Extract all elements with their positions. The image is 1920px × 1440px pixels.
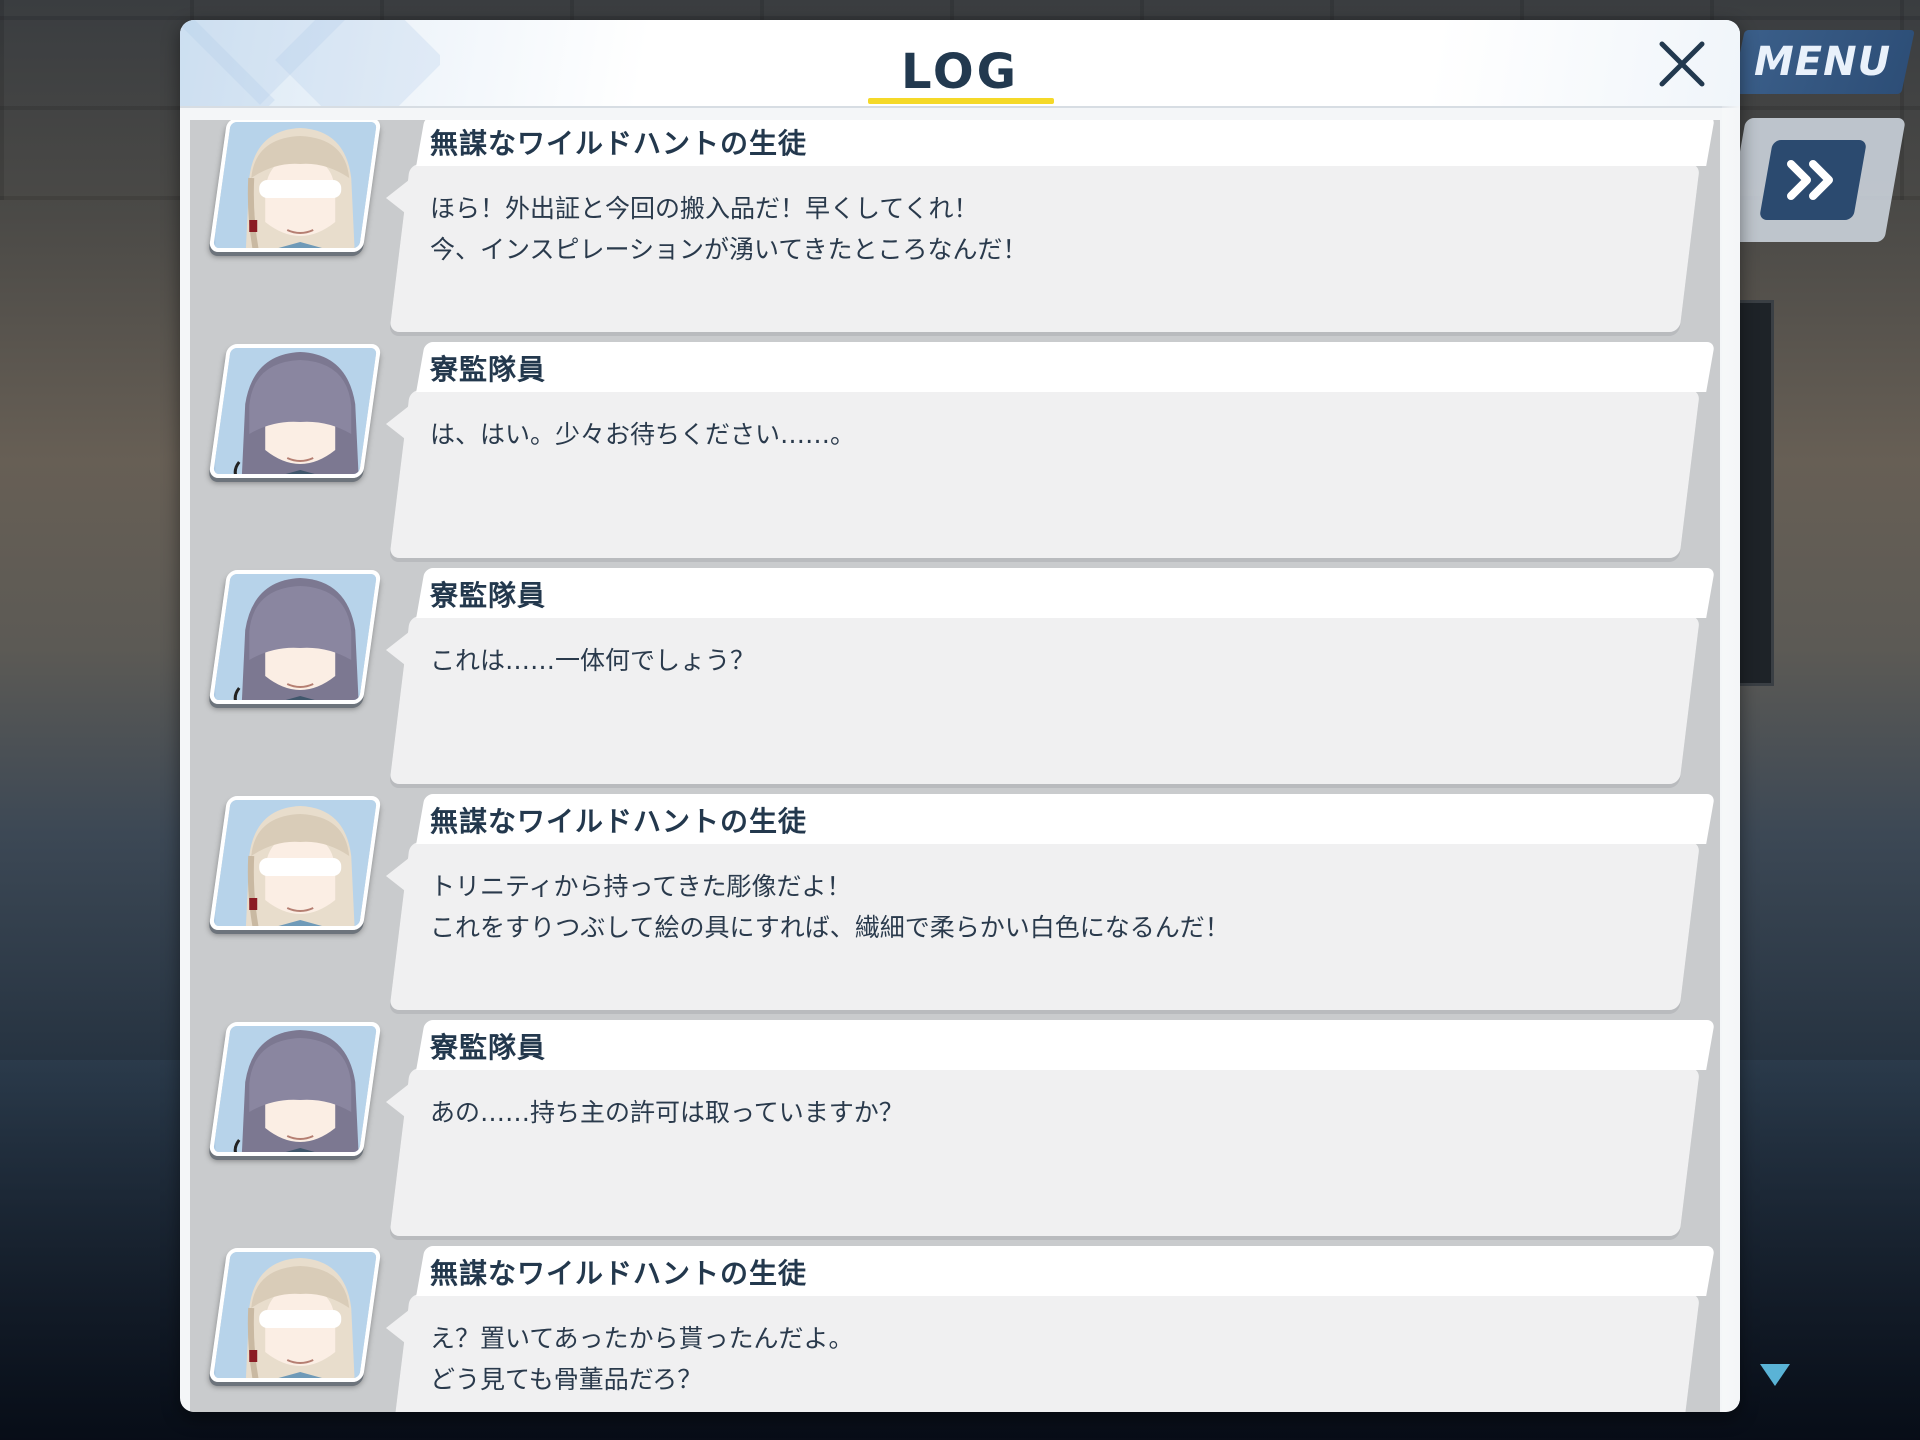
- log-entry: 無謀なワイルドハントの生徒 トリニティから持ってきた彫像だよ！ これをすりつぶし…: [190, 794, 1720, 1020]
- speaker-name: 無謀なワイルドハントの生徒: [430, 127, 808, 160]
- log-entry: 無謀なワイルドハントの生徒 ほら！外出証と今回の搬入品だ！早くしてくれ！ 今、イ…: [190, 120, 1720, 342]
- speaker-portrait: [208, 120, 382, 252]
- log-entry: 無謀なワイルドハントの生徒 え？置いてあったから貰ったんだよ。 どう見ても骨董品…: [190, 1246, 1720, 1412]
- speaker-name: 無謀なワイルドハントの生徒: [430, 805, 808, 838]
- menu-button[interactable]: MENU: [1731, 30, 1915, 94]
- skip-button[interactable]: [1758, 140, 1868, 220]
- speaker-portrait: [208, 344, 382, 478]
- log-entry: 寮監隊員 は、はい。少々お待ちください……。: [190, 342, 1720, 568]
- log-entry: 寮監隊員 あの……持ち主の許可は取っていますか？: [190, 1020, 1720, 1246]
- log-panel: LOG 無謀なワイルドハントの生徒 ほら！外出証と今回の搬入品だ！早くしてくれ！…: [180, 20, 1740, 1412]
- dialogue-text: ほら！外出証と今回の搬入品だ！早くしてくれ！ 今、インスピレーションが湧いてきた…: [430, 194, 1028, 264]
- name-tab: [416, 342, 1716, 392]
- dialogue-text: これは……一体何でしょう？: [430, 646, 756, 675]
- speaker-portrait: [208, 1248, 382, 1382]
- dialogue-text: あの……持ち主の許可は取っていますか？: [430, 1098, 904, 1127]
- log-title: LOG: [900, 44, 1020, 100]
- speaker-name: 寮監隊員: [430, 353, 547, 386]
- speaker-portrait: [208, 570, 382, 704]
- panel-edge: [1722, 106, 1740, 1412]
- double-chevron-right-icon: [1787, 160, 1833, 200]
- log-header: LOG: [180, 20, 1740, 108]
- bubble-pointer: [386, 628, 414, 672]
- dialogue-text: トリニティから持ってきた彫像だよ！ これをすりつぶして絵の具にすれば、繊細で柔ら…: [430, 872, 1230, 942]
- triangle-down-icon: [1760, 1364, 1790, 1386]
- bubble-pointer: [386, 1306, 414, 1350]
- speaker-name: 寮監隊員: [430, 1031, 547, 1064]
- bubble-pointer: [386, 176, 414, 220]
- log-entry: 寮監隊員 これは……一体何でしょう？: [190, 568, 1720, 794]
- close-icon: [1659, 41, 1705, 87]
- speaker-portrait: [208, 796, 382, 930]
- dialogue-text: え？置いてあったから貰ったんだよ。 どう見ても骨董品だろ？: [430, 1324, 854, 1394]
- speaker-portrait: [208, 1022, 382, 1156]
- bubble-pointer: [386, 854, 414, 898]
- log-entry-list[interactable]: 無謀なワイルドハントの生徒 ほら！外出証と今回の搬入品だ！早くしてくれ！ 今、イ…: [190, 120, 1720, 1412]
- bubble-pointer: [386, 402, 414, 446]
- speaker-name: 無謀なワイルドハントの生徒: [430, 1257, 808, 1290]
- name-tab: [416, 1020, 1716, 1070]
- title-underline: [868, 98, 1054, 104]
- name-tab: [416, 568, 1716, 618]
- bubble-pointer: [386, 1080, 414, 1124]
- close-button[interactable]: [1652, 34, 1712, 94]
- speaker-name: 寮監隊員: [430, 579, 547, 612]
- menu-button-label: MENU: [1754, 39, 1892, 85]
- dialogue-text: は、はい。少々お待ちください……。: [430, 420, 856, 449]
